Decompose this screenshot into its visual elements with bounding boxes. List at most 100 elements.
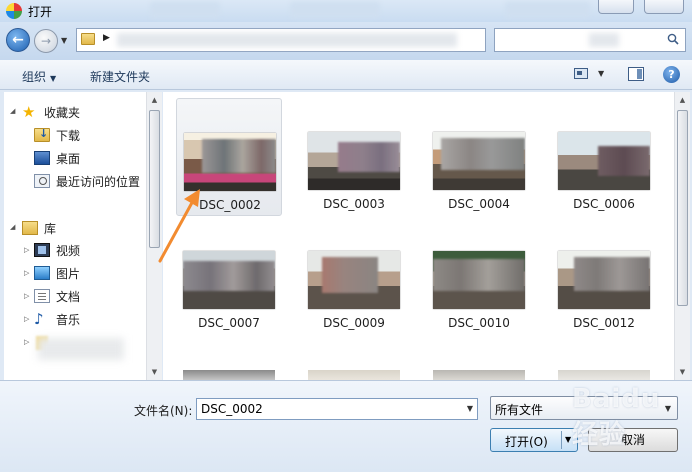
history-dropdown-icon[interactable]: ▼ (61, 36, 69, 45)
scroll-down-icon[interactable]: ▼ (675, 364, 690, 380)
sidebar-item-label: 收藏夹 (44, 105, 81, 120)
blurred-tab (150, 2, 220, 18)
redacted-search (589, 33, 619, 47)
file-name: DSC_0012 (573, 316, 635, 330)
sidebar-item-downloads[interactable]: 下载 (34, 125, 80, 145)
sidebar-item-label: 最近访问的位置 (56, 174, 141, 189)
organize-button[interactable]: 组织 ▼ (22, 68, 56, 85)
scroll-down-icon[interactable]: ▼ (147, 364, 162, 380)
open-button-label: 打开(O) (505, 435, 548, 449)
title-bar: 打开 (0, 0, 692, 22)
change-view-icon[interactable] (574, 68, 588, 79)
collapse-icon[interactable]: ◢ (10, 107, 18, 115)
help-icon[interactable]: ? (663, 66, 680, 83)
photo-thumbnail (433, 251, 525, 309)
file-name: DSC_0006 (573, 197, 635, 211)
organize-label: 组织 (22, 70, 47, 84)
sidebar-item-label: 下载 (56, 128, 81, 143)
expand-icon[interactable]: ▷ (24, 338, 32, 346)
scrollbar-thumb[interactable] (677, 110, 688, 306)
close-button[interactable] (644, 0, 684, 14)
open-button[interactable]: 打开(O) ▼ (490, 428, 578, 452)
sidebar-item-pictures[interactable]: 图片 (34, 263, 80, 283)
video-icon (34, 243, 50, 257)
photo-thumbnail (433, 132, 525, 190)
sidebar-item-label: 文档 (56, 289, 81, 304)
sidebar-item-label: 桌面 (56, 151, 81, 166)
baidu-watermark: Baidu 经验 (572, 384, 661, 450)
app-icon (6, 3, 22, 19)
chevron-down-icon[interactable]: ▼ (598, 69, 604, 78)
back-arrow-icon[interactable]: ← (6, 28, 30, 52)
file-item[interactable]: DSC_0003 (301, 98, 407, 216)
address-bar[interactable]: ▶ ⇆ (76, 28, 550, 52)
sidebar-item-videos[interactable]: 视频 (34, 240, 80, 260)
address-row: ← → ▼ ▶ ⇆ (0, 22, 692, 60)
search-input[interactable] (494, 28, 686, 52)
file-list-scrollbar[interactable]: ▲ ▼ (674, 92, 690, 380)
library-icon (22, 221, 38, 235)
photo-thumbnail (308, 251, 400, 309)
sidebar-item-libraries[interactable]: 库 (22, 218, 56, 238)
file-item[interactable]: DSC_0006 (551, 98, 657, 216)
star-icon: ★ (22, 103, 36, 121)
photo-thumbnail[interactable] (558, 370, 650, 380)
sidebar-item-label: 视频 (56, 243, 81, 258)
preview-pane-icon[interactable] (628, 67, 644, 81)
minimize-button[interactable] (598, 0, 634, 14)
file-name: DSC_0003 (323, 197, 385, 211)
filename-input[interactable]: DSC_0002 ▼ (196, 398, 478, 420)
sidebar-item-favorites[interactable]: ★ 收藏夹 (22, 102, 80, 122)
file-item[interactable]: DSC_0009 (301, 217, 407, 335)
chevron-down-icon[interactable]: ▼ (565, 435, 571, 444)
file-name: DSC_0007 (198, 316, 260, 330)
photo-thumbnail (558, 132, 650, 190)
navigation-pane: ◢ ★ 收藏夹 下载 桌面 最近访问的位置 ◢ 库 ▷ 视频 ▷ 图片 ▷ 文档… (4, 92, 162, 380)
file-item[interactable]: DSC_0010 (426, 217, 532, 335)
file-name: DSC_0010 (448, 316, 510, 330)
blurred-tab (290, 2, 380, 18)
search-icon[interactable] (667, 33, 679, 45)
music-icon: ♪ (34, 310, 44, 328)
sidebar-item-music[interactable]: ♪ 音乐 (34, 309, 80, 329)
photo-thumbnail[interactable] (183, 370, 275, 380)
scroll-up-icon[interactable]: ▲ (675, 92, 690, 108)
expand-icon[interactable]: ▷ (24, 246, 32, 254)
sidebar-item-recent[interactable]: 最近访问的位置 (34, 171, 140, 191)
file-list: DSC_0002 DSC_0003 DSC_0004 DSC_0006 DSC_… (163, 92, 674, 380)
redacted-path (117, 33, 457, 47)
photo-thumbnail (558, 251, 650, 309)
desktop-icon (34, 151, 50, 165)
annotation-arrow-icon (158, 189, 200, 263)
file-name: DSC_0009 (323, 316, 385, 330)
blurred-tab (505, 2, 590, 18)
breadcrumb-arrow-icon[interactable]: ▶ (103, 33, 110, 43)
split-divider (561, 431, 562, 449)
collapse-icon[interactable]: ◢ (10, 223, 18, 231)
photo-thumbnail[interactable] (308, 370, 400, 380)
new-folder-button[interactable]: 新建文件夹 (90, 68, 150, 85)
expand-icon[interactable]: ▷ (24, 269, 32, 277)
scroll-up-icon[interactable]: ▲ (147, 92, 162, 108)
file-item[interactable]: DSC_0004 (426, 98, 532, 216)
chevron-down-icon[interactable]: ▼ (467, 404, 473, 413)
picture-icon (34, 266, 50, 280)
filename-value: DSC_0002 (201, 402, 263, 416)
expand-icon[interactable]: ▷ (24, 292, 32, 300)
sidebar-item-label: 库 (44, 221, 57, 236)
recent-places-icon (34, 174, 50, 188)
expand-icon[interactable]: ▷ (24, 315, 32, 323)
command-bar: 组织 ▼ 新建文件夹 ▼ ? (0, 60, 692, 90)
sidebar-item-desktop[interactable]: 桌面 (34, 148, 80, 168)
photo-thumbnail (308, 132, 400, 190)
forward-arrow-icon[interactable]: → (34, 29, 58, 53)
sidebar-item-label: 音乐 (56, 312, 81, 327)
document-icon (34, 289, 50, 303)
redacted-item (38, 338, 124, 360)
window-title: 打开 (28, 5, 53, 19)
photo-thumbnail[interactable] (433, 370, 525, 380)
sidebar-item-documents[interactable]: 文档 (34, 286, 80, 306)
chevron-down-icon: ▼ (50, 74, 57, 83)
file-item[interactable]: DSC_0012 (551, 217, 657, 335)
filename-label: 文件名(N): (134, 404, 193, 418)
